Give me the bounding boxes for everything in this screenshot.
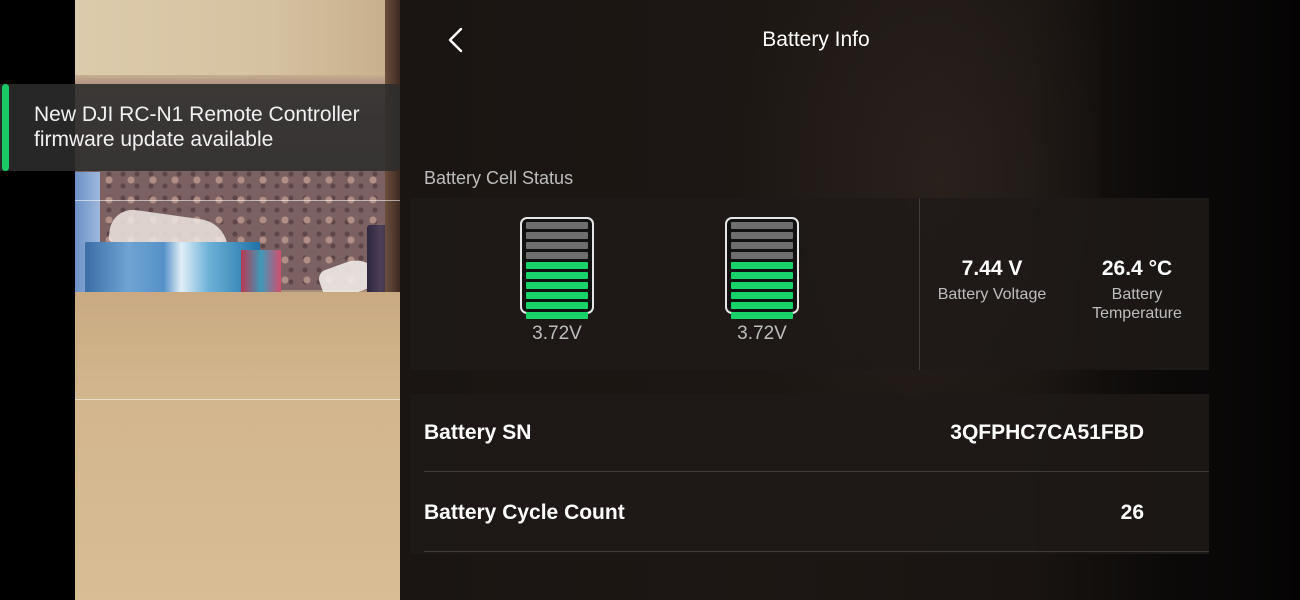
cell-segment [731,252,793,259]
cell-segment [526,292,588,299]
cell-status-section-label: Battery Cell Status [424,168,574,188]
chevron-left-icon [448,27,463,53]
battery-temperature-value: 26.4 °C [1101,257,1173,280]
battery-cycle-count-label: Battery Cycle Count [424,501,625,524]
battery-cell-2-icon [725,217,799,319]
app-root: New DJI RC-N1 Remote Controller firmware… [0,0,1300,600]
back-button[interactable] [440,22,476,58]
battery-voltage-label: Battery Voltage [937,286,1047,303]
battery-cell-1-voltage: 3.72V [532,323,582,344]
battery-temperature-label-line-1: Battery [1111,286,1163,303]
cell-status-divider [919,198,920,370]
notification-message: New DJI RC-N1 Remote Controller firmware… [34,102,389,152]
cell-segment [731,302,793,309]
row-divider [424,471,1209,472]
battery-cycle-count-row: Battery Cycle Count 26 [424,474,1209,552]
firmware-update-notification[interactable]: New DJI RC-N1 Remote Controller firmware… [0,84,400,171]
cell-segment [731,262,793,269]
cell-segment [731,232,793,239]
cell-segment [731,222,793,229]
battery-cycle-count-value: 26 [1120,501,1144,524]
page-title: Battery Info [762,28,870,51]
cell-segment [526,252,588,259]
camera-scene-box [85,242,260,294]
cell-segment [731,242,793,249]
battery-voltage-value: 7.44 V [961,257,1023,280]
camera-grid-line [75,200,400,201]
battery-temperature-label: Battery Temperature [1067,285,1207,323]
battery-sn-value: 3QFPHC7CA51FBD [950,421,1144,444]
notification-accent-bar [2,84,9,171]
cell-segment [526,302,588,309]
battery-info-panel: Battery Info Battery Cell Status 3.72V 3… [400,0,1300,600]
cell-segment [526,232,588,239]
camera-scene-wall [75,0,400,75]
cell-segment [526,272,588,279]
camera-grid-line [75,399,400,400]
row-divider [424,551,1209,552]
cell-segment [526,242,588,249]
battery-temperature-label-line-2: Temperature [1092,305,1182,322]
cell-segment [526,282,588,289]
battery-cell-2-voltage: 3.72V [737,323,787,344]
cell-segment [731,282,793,289]
battery-sn-label: Battery SN [424,421,532,444]
notification-line-2: firmware update available [34,128,274,151]
cell-segment [731,272,793,279]
cell-segment [526,262,588,269]
battery-sn-row: Battery SN 3QFPHC7CA51FBD [424,394,1209,472]
battery-cell-1-icon [520,217,594,319]
cell-segment [526,312,588,319]
camera-scene-table [75,292,400,600]
cell-segment [526,222,588,229]
camera-scene-box-side [241,250,281,292]
cell-segment [731,312,793,319]
notification-line-1: New DJI RC-N1 Remote Controller [34,103,360,126]
cell-segment [731,292,793,299]
